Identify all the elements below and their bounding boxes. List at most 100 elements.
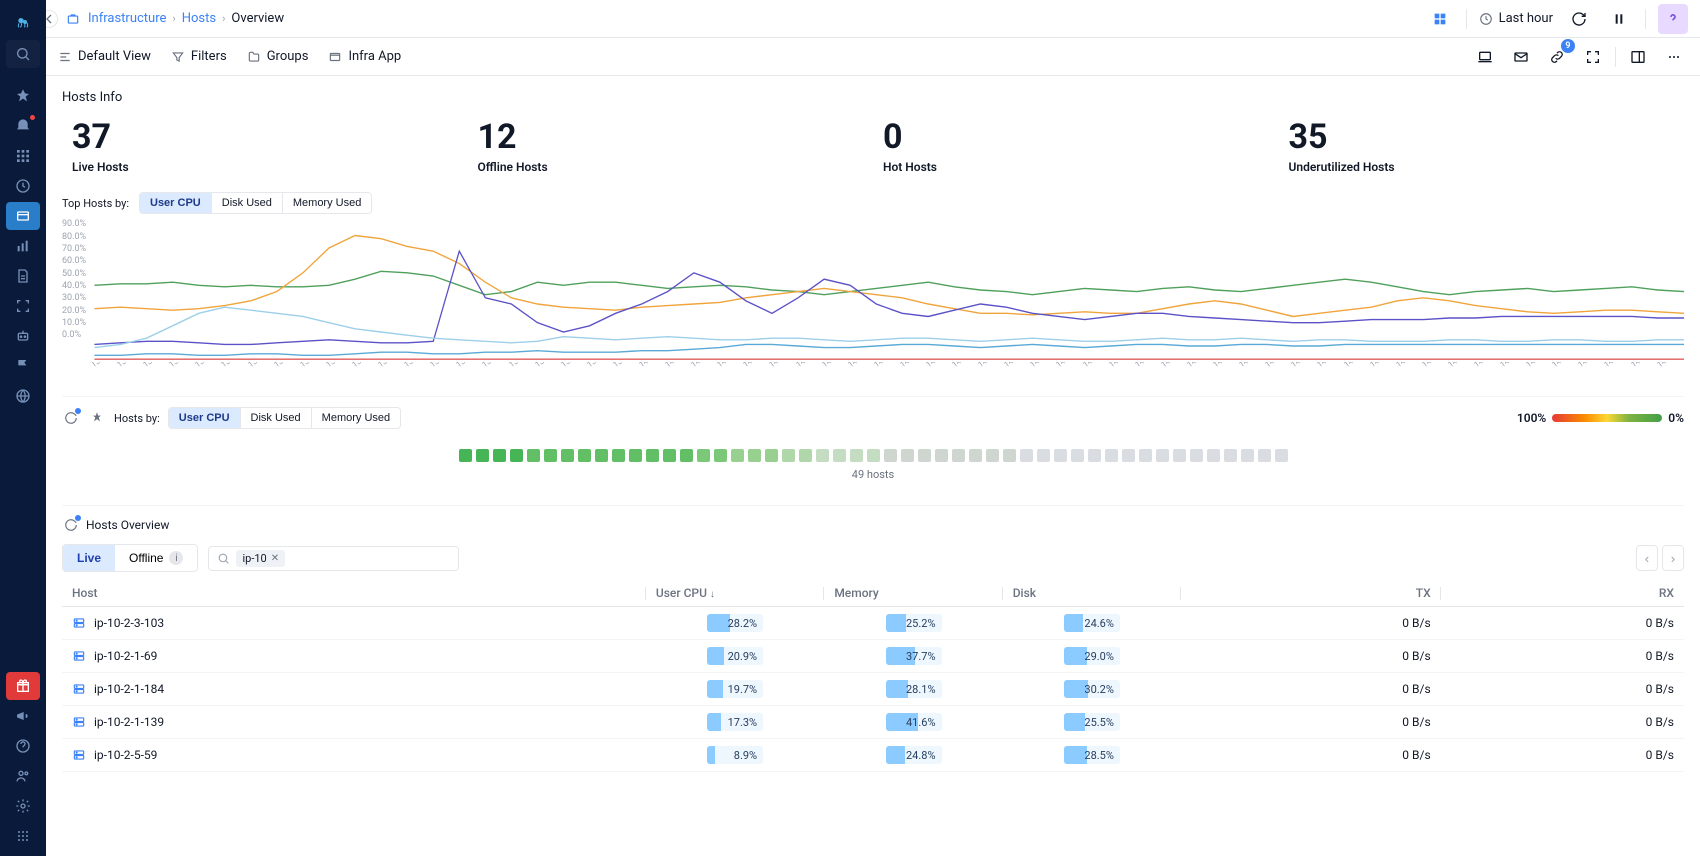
host-square[interactable] [1207, 449, 1220, 462]
host-square[interactable] [901, 449, 914, 462]
tab-offline[interactable]: Offline i [115, 545, 197, 571]
metric-tab[interactable]: Memory Used [282, 193, 371, 213]
table-column-header[interactable]: RX [1441, 580, 1684, 607]
host-square[interactable] [782, 449, 795, 462]
filters-button[interactable]: Filters [171, 49, 227, 64]
link-icon[interactable]: 9 [1543, 43, 1571, 71]
help-button[interactable] [1658, 4, 1688, 34]
mail-icon[interactable] [1507, 43, 1535, 71]
rail-users-icon[interactable] [6, 762, 40, 790]
table-row[interactable]: ip-10-2-3-103 28.2% 25.2% 24.6% 0 B/s 0 … [62, 607, 1684, 640]
timerange-picker[interactable]: Last hour [1479, 11, 1553, 26]
table-column-header[interactable]: Disk [1003, 580, 1181, 607]
host-square[interactable] [918, 449, 931, 462]
host-square[interactable] [935, 449, 948, 462]
host-square[interactable] [850, 449, 863, 462]
table-row[interactable]: ip-10-2-5-59 8.9% 24.8% 28.5% 0 B/s 0 B/… [62, 739, 1684, 772]
host-square[interactable] [765, 449, 778, 462]
host-square[interactable] [612, 449, 625, 462]
host-square[interactable] [544, 449, 557, 462]
host-square[interactable] [1020, 449, 1033, 462]
breadcrumb-section[interactable]: Hosts [182, 11, 216, 26]
host-square[interactable] [1190, 449, 1203, 462]
metric-tab[interactable]: User CPU [140, 193, 211, 213]
groups-button[interactable]: Groups [247, 49, 309, 64]
host-square[interactable] [510, 449, 523, 462]
rail-bot-icon[interactable] [6, 322, 40, 350]
metric-tab[interactable]: Memory Used [311, 408, 400, 428]
panel-icon[interactable] [1624, 43, 1652, 71]
table-column-header[interactable]: User CPU ↓ [646, 580, 824, 607]
chip-close-icon[interactable]: ✕ [271, 553, 279, 564]
rail-barchart-icon[interactable] [6, 232, 40, 260]
host-square[interactable] [680, 449, 693, 462]
refresh-icon[interactable] [1565, 5, 1593, 33]
host-square[interactable] [1224, 449, 1237, 462]
host-square[interactable] [1258, 449, 1271, 462]
pause-icon[interactable] [1605, 5, 1633, 33]
host-square[interactable] [867, 449, 880, 462]
back-button[interactable] [46, 10, 58, 28]
metric-tab[interactable]: User CPU [169, 408, 240, 428]
view-selector[interactable]: Default View [58, 49, 151, 64]
rail-search-icon[interactable] [6, 40, 40, 68]
host-square[interactable] [561, 449, 574, 462]
host-square[interactable] [1275, 449, 1288, 462]
host-square[interactable] [748, 449, 761, 462]
rail-megaphone-icon[interactable] [6, 702, 40, 730]
rail-clock-icon[interactable] [6, 172, 40, 200]
rail-doc-icon[interactable] [6, 262, 40, 290]
more-icon[interactable] [1660, 43, 1688, 71]
host-square[interactable] [1105, 449, 1118, 462]
rail-gift-icon[interactable] [6, 672, 40, 700]
host-square[interactable] [1139, 449, 1152, 462]
rail-keypad-icon[interactable] [6, 822, 40, 850]
host-square[interactable] [884, 449, 897, 462]
host-square[interactable] [663, 449, 676, 462]
rail-rocket-icon[interactable] [6, 82, 40, 110]
chart-area[interactable]: 90.0%80.0%70.0%60.0%50.0%40.0%30.0%20.0%… [62, 220, 1684, 360]
tab-live[interactable]: Live [63, 545, 115, 571]
host-square[interactable] [697, 449, 710, 462]
table-row[interactable]: ip-10-2-1-69 20.9% 37.7% 29.0% 0 B/s 0 B… [62, 640, 1684, 673]
rail-apps-icon[interactable] [6, 142, 40, 170]
rail-alerts-icon[interactable] [6, 112, 40, 140]
host-square[interactable] [731, 449, 744, 462]
logo-icon[interactable] [6, 6, 40, 38]
host-square[interactable] [459, 449, 472, 462]
host-square[interactable] [986, 449, 999, 462]
fullscreen-icon[interactable] [1579, 43, 1607, 71]
host-square[interactable] [578, 449, 591, 462]
rail-settings-icon[interactable] [6, 792, 40, 820]
refresh-small-icon[interactable] [62, 409, 80, 427]
pin-icon[interactable] [88, 409, 106, 427]
page-prev[interactable]: ‹ [1636, 545, 1658, 571]
table-column-header[interactable]: Memory [824, 580, 1002, 607]
host-square[interactable] [1003, 449, 1016, 462]
breadcrumb-root[interactable]: Infrastructure [88, 11, 166, 26]
refresh-small-icon[interactable] [62, 516, 80, 534]
host-square[interactable] [476, 449, 489, 462]
table-row[interactable]: ip-10-2-1-184 19.7% 28.1% 30.2% 0 B/s 0 … [62, 673, 1684, 706]
host-search[interactable]: ip-10 ✕ [208, 546, 459, 571]
host-square[interactable] [1173, 449, 1186, 462]
host-square[interactable] [1156, 449, 1169, 462]
host-square[interactable] [629, 449, 642, 462]
table-row[interactable]: ip-10-2-1-139 17.3% 41.6% 25.5% 0 B/s 0 … [62, 706, 1684, 739]
host-square[interactable] [1241, 449, 1254, 462]
host-square[interactable] [1054, 449, 1067, 462]
infra-app-button[interactable]: Infra App [328, 49, 401, 64]
host-square[interactable] [1037, 449, 1050, 462]
host-square[interactable] [799, 449, 812, 462]
host-square[interactable] [969, 449, 982, 462]
search-input[interactable] [291, 550, 450, 566]
host-square[interactable] [816, 449, 829, 462]
rail-help-icon[interactable] [6, 732, 40, 760]
host-square[interactable] [493, 449, 506, 462]
rail-infra-icon[interactable] [6, 202, 40, 230]
host-square[interactable] [1122, 449, 1135, 462]
dashboard-grid-icon[interactable] [1426, 5, 1454, 33]
metric-tab[interactable]: Disk Used [240, 408, 311, 428]
rail-focus-icon[interactable] [6, 292, 40, 320]
host-square[interactable] [595, 449, 608, 462]
